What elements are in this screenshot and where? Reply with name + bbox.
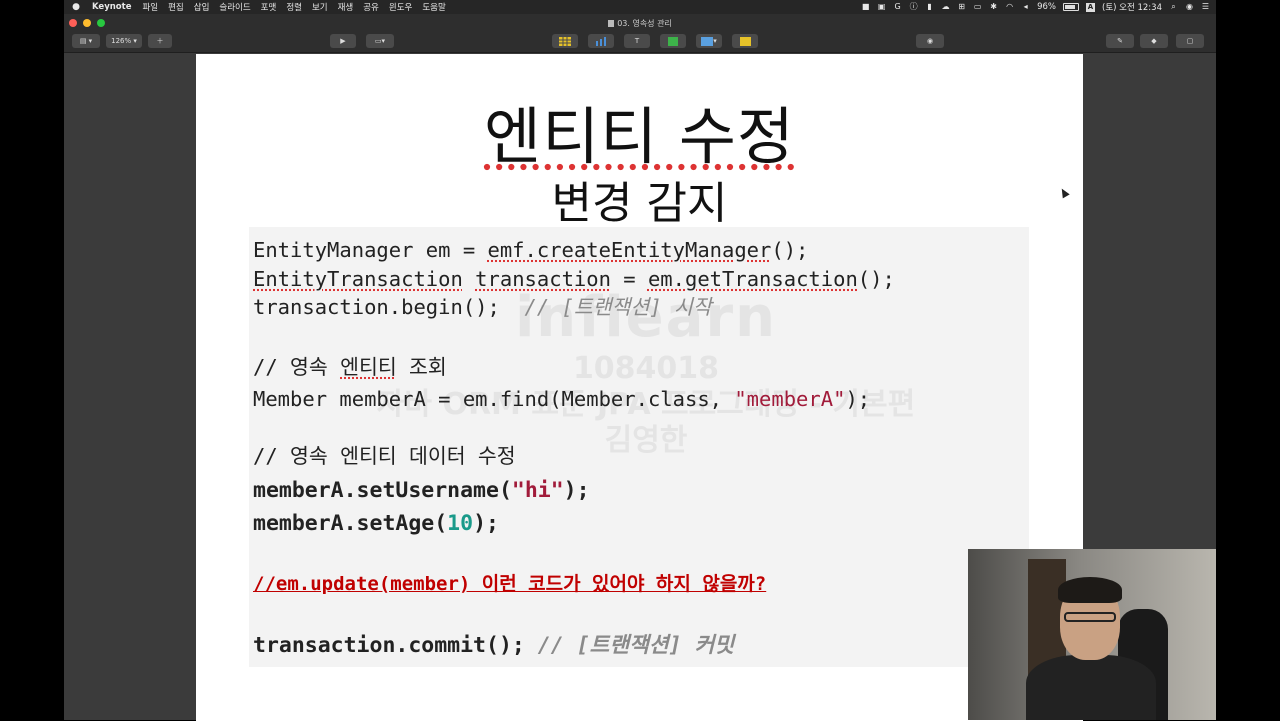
slide-title[interactable]: 엔티티 수정	[196, 86, 1083, 176]
menu-arrange[interactable]: 정렬	[286, 1, 302, 13]
webcam-presenter-hair	[1058, 577, 1122, 603]
code-text: Member memberA = em.find(Member.class,	[253, 387, 735, 411]
code-text: memberA.setUsername(	[253, 478, 512, 503]
siri-icon[interactable]: ◉	[1185, 3, 1194, 11]
code-line-5: Member memberA = em.find(Member.class, "…	[253, 389, 870, 410]
code-text: );	[845, 387, 871, 411]
menu-share[interactable]: 공유	[363, 1, 379, 13]
menu-play[interactable]: 재생	[338, 1, 354, 13]
menu-window[interactable]: 윈도우	[389, 1, 412, 13]
bookmark-icon[interactable]: ▮	[925, 3, 934, 11]
code-text: transaction.commit();	[253, 633, 538, 658]
code-line-10: transaction.commit(); // [트랜잭션] 커밋	[253, 635, 734, 657]
g-app-icon[interactable]: G	[893, 3, 902, 11]
battery-percent[interactable]: 96%	[1037, 2, 1056, 12]
shape-icon[interactable]	[660, 34, 686, 48]
screen-record-icon[interactable]: ▣	[877, 3, 886, 11]
code-line-1: EntityManager em = emf.createEntityManag…	[253, 240, 808, 261]
slide[interactable]: 엔티티 수정 변경 감지 inflearn 1084018 자바 ORM 표준 …	[196, 54, 1083, 721]
code-line-4: // 영속 엔티티 조회	[253, 357, 447, 378]
menu-format[interactable]: 포맷	[261, 1, 277, 13]
code-line-7: memberA.setUsername("hi");	[253, 480, 590, 502]
notes-icon[interactable]: ■	[861, 3, 870, 11]
code-text: );	[563, 478, 590, 503]
code-text: memberA.setAge(	[253, 511, 448, 536]
code-text: EntityTransaction	[253, 267, 463, 291]
spotlight-search-icon[interactable]: ⌕	[1169, 3, 1178, 11]
table-icon[interactable]	[552, 34, 578, 48]
menu-app-name[interactable]: Keynote	[92, 2, 131, 12]
zoom-value: 126%	[111, 37, 132, 45]
view-menu-button[interactable]: ▤ ▾	[72, 34, 100, 48]
document-icon	[608, 20, 615, 27]
code-text: =	[610, 267, 648, 291]
code-string: "memberA"	[734, 387, 846, 411]
cloud-icon[interactable]: ☁	[941, 3, 950, 11]
keynote-live-button[interactable]: ▭▾	[366, 34, 394, 48]
document-icon-button[interactable]: ▢	[1176, 34, 1204, 48]
format-icon[interactable]: ✎	[1106, 34, 1134, 48]
add-slide-button[interactable]: ＋	[148, 34, 172, 48]
apple-menu-icon[interactable]: ●	[70, 2, 82, 12]
battery-icon[interactable]	[1063, 3, 1079, 11]
menu-insert[interactable]: 삽입	[194, 1, 210, 13]
code-line-2: EntityTransaction transaction = em.getTr…	[253, 269, 895, 290]
webcam-overlay	[968, 549, 1216, 720]
webcam-presenter-body	[1026, 655, 1156, 720]
code-comment: // [트랜잭션] 시작	[524, 295, 712, 319]
input-source-icon[interactable]: A	[1086, 2, 1095, 12]
info-icon[interactable]: ⓘ	[909, 3, 918, 11]
code-comment: // 영속	[253, 355, 341, 379]
display-icon[interactable]: ▭	[973, 3, 982, 11]
code-line-9: //em.update(member) 이런 코드가 있어야 하지 않을까?	[253, 573, 766, 594]
menu-help[interactable]: 도움말	[422, 1, 445, 13]
code-line-8: memberA.setAge(10);	[253, 513, 499, 535]
collaborate-icon[interactable]: ◉	[916, 34, 944, 48]
notification-center-icon[interactable]: ☰	[1201, 3, 1210, 11]
code-text: ();	[771, 238, 809, 262]
volume-icon[interactable]: ◂	[1021, 3, 1030, 11]
animate-icon[interactable]: ◆	[1140, 34, 1168, 48]
document-title: 03. 영속성 관리	[64, 18, 1216, 29]
webcam-presenter-glasses	[1064, 612, 1116, 622]
wifi-icon[interactable]: ◠	[1005, 3, 1014, 11]
code-line-6: // 영속 엔티티 데이터 수정	[253, 444, 516, 468]
code-comment: // [트랜잭션] 커밋	[537, 633, 735, 658]
play-button[interactable]: ▶	[330, 34, 356, 48]
bluetooth-icon[interactable]: ✱	[989, 3, 998, 11]
code-number: 10	[447, 511, 474, 536]
zoom-select[interactable]: 126% ▾	[106, 34, 142, 48]
code-comment: 조회	[396, 355, 447, 379]
code-text: transaction.begin();	[253, 295, 525, 319]
code-text: ();	[857, 267, 895, 291]
code-string: "hi"	[511, 478, 564, 503]
menu-bar: ● Keynote 파일 편집 삽입 슬라이드 포맷 정렬 보기 재생 공유 윈…	[64, 0, 1216, 14]
slide-subtitle[interactable]: 변경 감지	[196, 167, 1083, 231]
media-icon[interactable]: ▾	[696, 34, 722, 48]
title-bar: 03. 영속성 관리	[64, 14, 1216, 32]
document-title-text: 03. 영속성 관리	[617, 19, 672, 28]
code-text: emf.createEntityManager	[487, 238, 772, 262]
code-comment: 엔티티	[340, 355, 397, 379]
menu-slide[interactable]: 슬라이드	[219, 1, 250, 13]
code-text: em.getTransaction	[647, 267, 858, 291]
text-box-icon[interactable]: T	[624, 34, 650, 48]
slide-title-text: 엔티티 수정	[484, 100, 795, 173]
code-text: );	[473, 511, 499, 536]
grid-icon[interactable]: ⊞	[957, 3, 966, 11]
menu-edit[interactable]: 편집	[168, 1, 184, 13]
code-line-3: transaction.begin(); // [트랜잭션] 시작	[253, 297, 712, 318]
status-area: ■ ▣ G ⓘ ▮ ☁ ⊞ ▭ ✱ ◠ ◂ 96% A (토) 오전 12:34…	[861, 1, 1210, 13]
toolbar: ▤ ▾ 126% ▾ ＋ ▶ ▭▾ T ▾ ◉ ✎ ◆ ▢	[64, 32, 1216, 53]
menu-file[interactable]: 파일	[142, 1, 158, 13]
menu-view[interactable]: 보기	[312, 1, 328, 13]
code-text: transaction	[475, 267, 611, 291]
code-text: EntityManager em =	[253, 238, 488, 262]
clock[interactable]: (토) 오전 12:34	[1102, 1, 1162, 13]
comment-icon[interactable]	[732, 34, 758, 48]
chart-icon[interactable]	[588, 34, 614, 48]
code-question: //em.update(member) 이런 코드가 있어야 하지 않을까?	[253, 573, 767, 595]
